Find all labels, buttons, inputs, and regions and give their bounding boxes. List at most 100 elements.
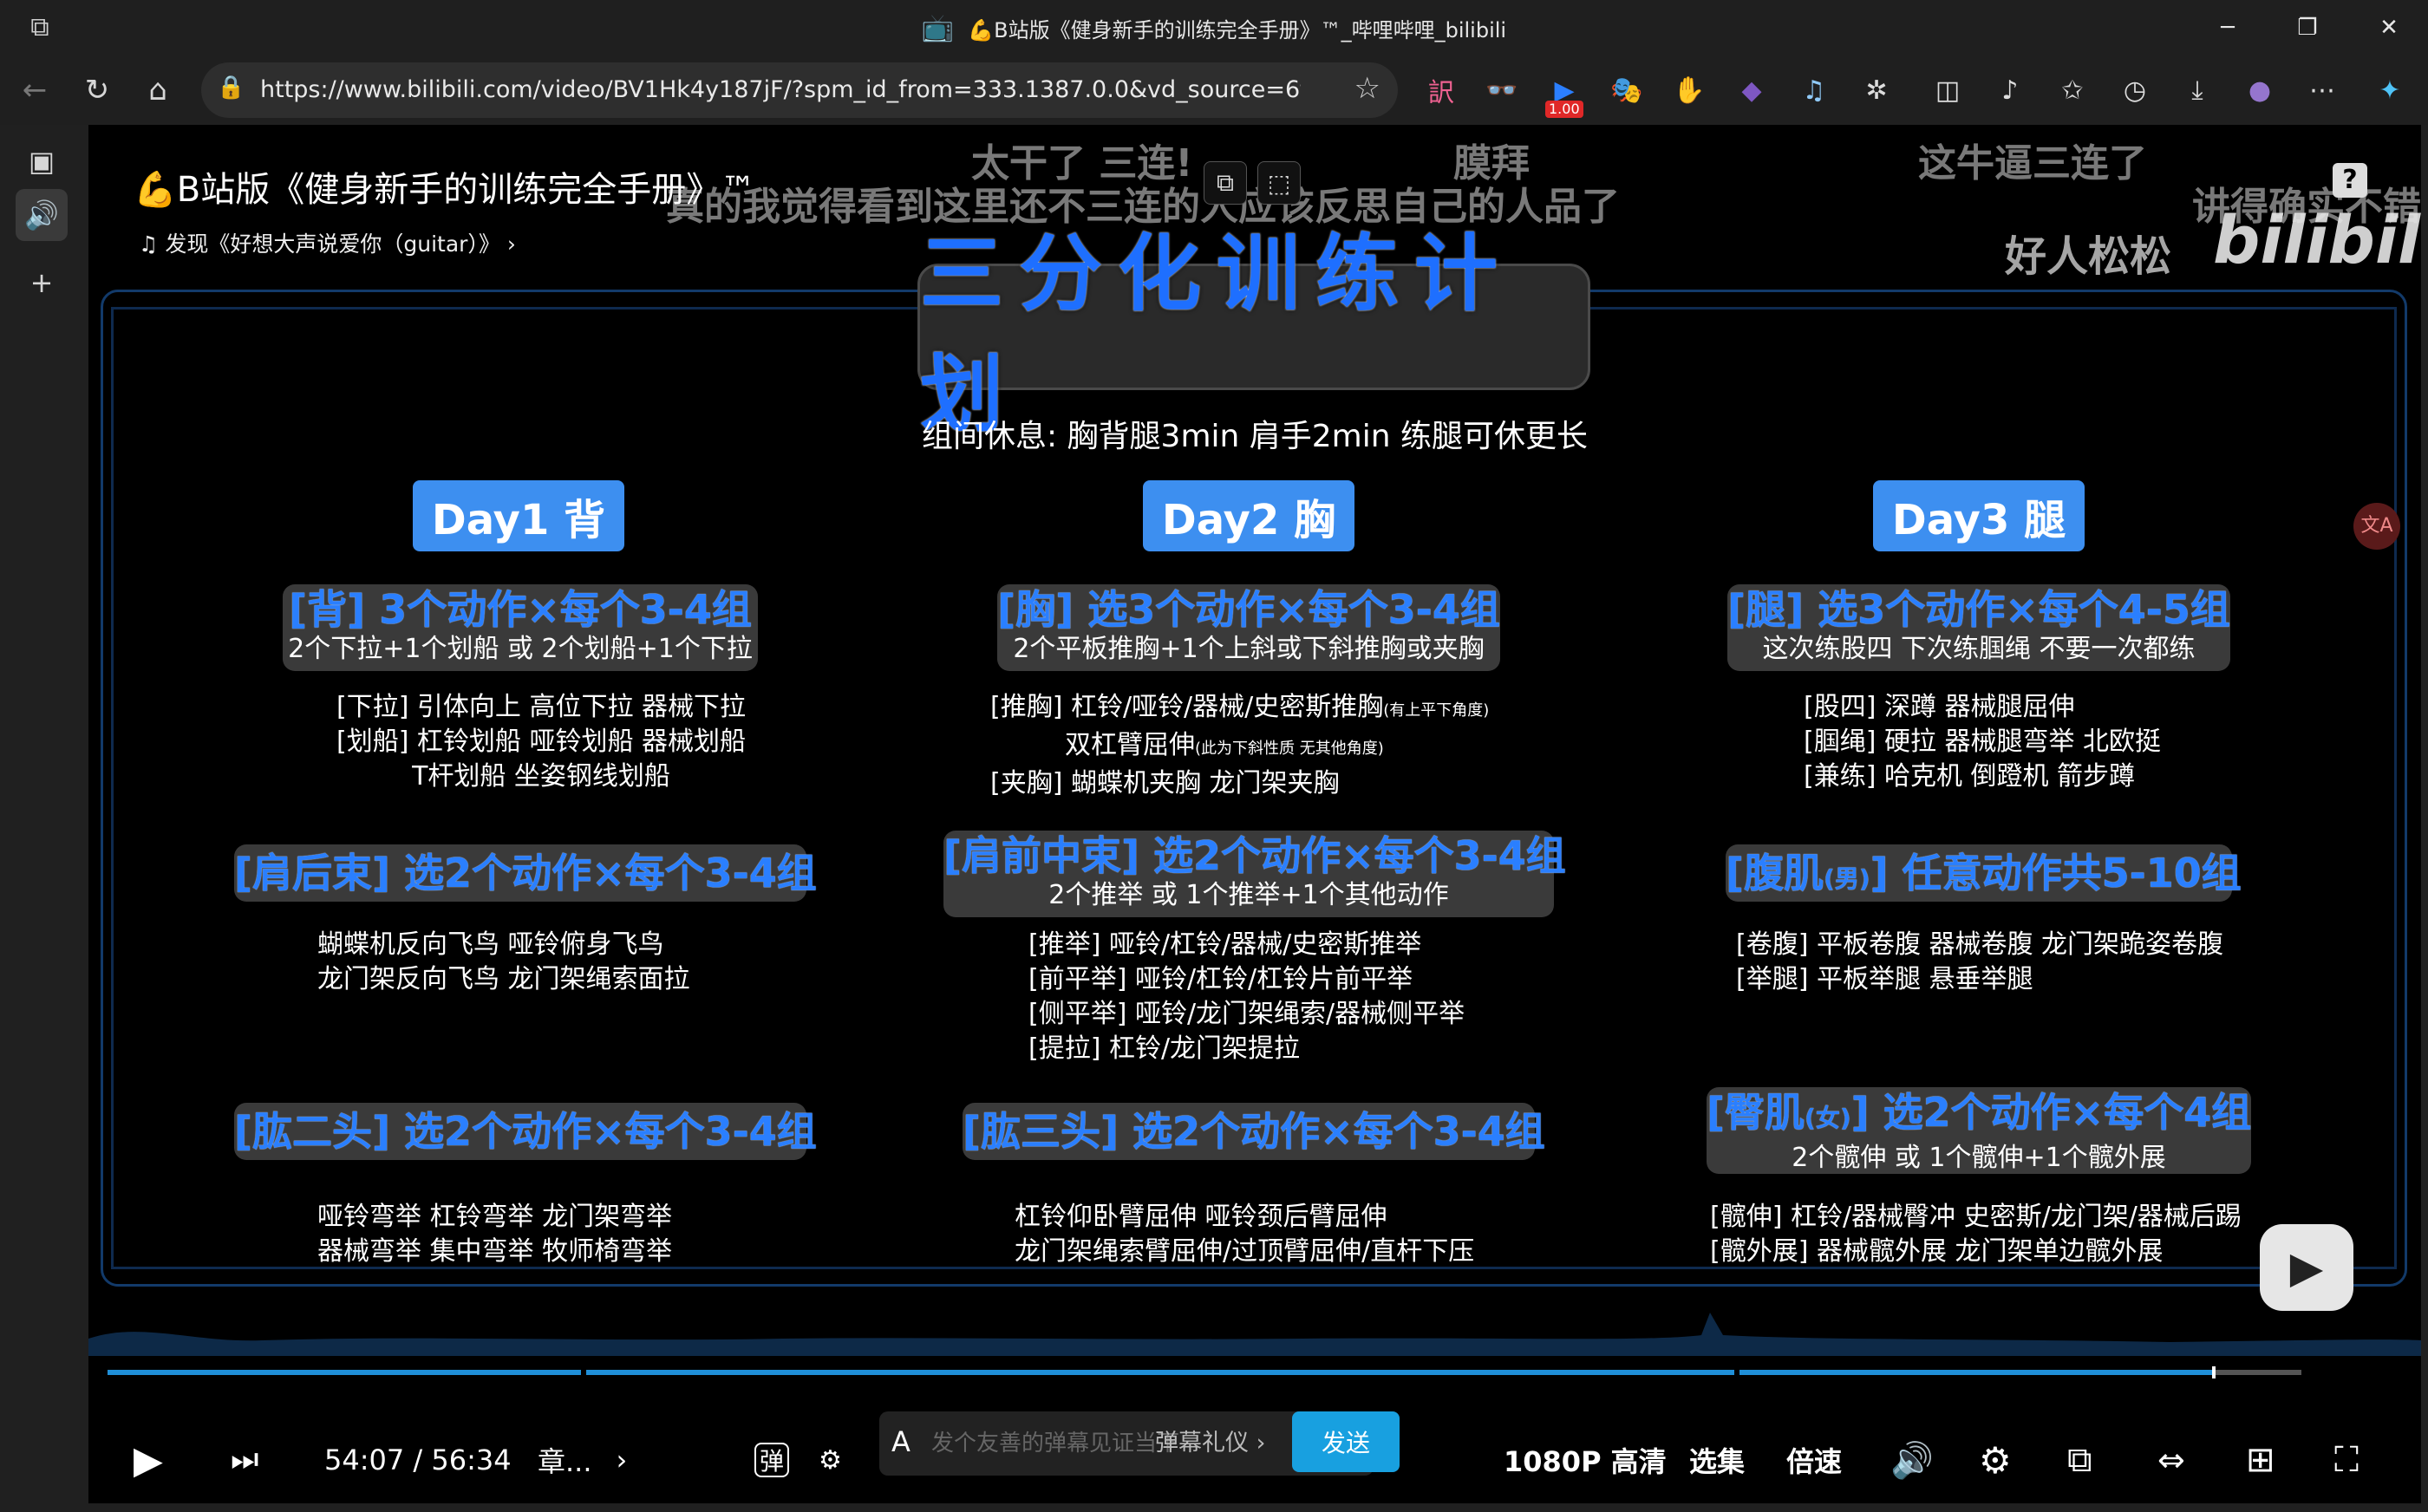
- window-title-area: 📺 💪B站版《健身新手的训练完全手册》™_哔哩哔哩_bilibili: [0, 0, 2428, 55]
- back-exercises: [下拉] 引体向上 高位下拉 器械下拉 [划船] 杠铃划船 哑铃划船 器械划船 …: [316, 690, 767, 794]
- exercise-line: [推举] 哑铃/杠铃/器械/史密斯推举: [1028, 929, 1422, 960]
- chest-exercises: [推胸] 杠铃/哑铃/器械/史密斯推胸(有上平下角度) 双杠臂屈伸(此为下斜性质…: [990, 690, 1489, 801]
- exercise-line: [夹胸] 蝴蝶机夹胸 龙门架夹胸: [990, 768, 1340, 798]
- settings-gear-icon[interactable]: ⚙: [1979, 1434, 2012, 1486]
- tab-actions-icon[interactable]: ▣: [16, 135, 68, 187]
- progress-handle[interactable]: [2212, 1366, 2216, 1378]
- cube-extension-icon[interactable]: ◆: [1733, 71, 1771, 109]
- danmaku-placeholder: 发个友善的弹幕见证当下: [931, 1431, 1180, 1457]
- danmaku-settings-icon[interactable]: ⚙: [819, 1434, 842, 1486]
- chapter-marker: [581, 1368, 586, 1377]
- plan-title: 三分化训练计划: [917, 225, 1590, 443]
- chest-subheading: 2个平板推胸+1个上斜或下斜推胸或夹胸: [1013, 634, 1485, 664]
- history-icon[interactable]: ◷: [2116, 71, 2154, 109]
- glutes-heading-part: ] 选2个动作×每个4组: [1850, 1089, 2252, 1136]
- exercise-note: (有上平下角度): [1383, 701, 1490, 720]
- audio-waveform: [88, 1313, 2421, 1356]
- fullscreen-icon[interactable]: ⛶: [2334, 1434, 2359, 1486]
- exercise-note: (此为下斜性质 无其他角度): [1195, 740, 1384, 758]
- profile-avatar[interactable]: ●: [2241, 71, 2279, 109]
- danmaku-toggle-icon[interactable]: 弹: [754, 1443, 790, 1477]
- favorites-icon[interactable]: ✩: [2053, 71, 2092, 109]
- picture-in-picture-icon[interactable]: ⧉: [1204, 161, 1247, 205]
- speed-button[interactable]: 倍速: [1786, 1434, 1842, 1486]
- url-text[interactable]: https://www.bilibili.com/video/BV1Hk4y18…: [260, 62, 1301, 118]
- more-menu-icon[interactable]: ⋯: [2303, 71, 2341, 109]
- back-icon[interactable]: ←: [14, 69, 55, 111]
- refresh-icon[interactable]: ↻: [76, 69, 118, 111]
- read-aloud-icon[interactable]: ♪: [1991, 71, 2029, 109]
- split-screen-icon[interactable]: ◫: [1929, 71, 1967, 109]
- music-note-icon: ♫: [139, 231, 166, 257]
- day1-label: Day1 背: [413, 480, 624, 551]
- pip-icon[interactable]: ⧉: [2067, 1434, 2092, 1486]
- active-tab-audio-icon[interactable]: 🔊: [16, 189, 68, 241]
- play-icon[interactable]: ▶: [134, 1434, 163, 1486]
- exercise-line: 杠铃仰卧臂屈伸 哑铃颈后臂屈伸: [1015, 1202, 1387, 1232]
- danmaku-text: 这牛逼三连了: [1918, 141, 2147, 186]
- biceps-heading: [肱二头] 选2个动作×每个3-4组: [234, 1108, 817, 1155]
- legs-exercises: [股四] 深蹲 器械腿屈伸 [腘绳] 硬拉 器械腿弯举 北欧挺 [兼练] 哈克机…: [1804, 690, 2161, 794]
- exercise-line: [划船] 杠铃划船 哑铃划船 器械划船: [336, 727, 747, 757]
- maximize-button[interactable]: ❐: [2268, 0, 2346, 55]
- volume-icon[interactable]: 🔊: [1890, 1434, 1934, 1486]
- biceps-header: [肱二头] 选2个动作×每个3-4组: [234, 1103, 817, 1160]
- close-button[interactable]: ✕: [2350, 0, 2428, 55]
- copilot-icon[interactable]: ✦: [2371, 71, 2409, 109]
- screenshot-icon[interactable]: ⬚: [1257, 161, 1301, 205]
- day2-label: Day2 胸: [1143, 480, 1354, 551]
- exercise-line: 龙门架绳索臂屈伸/过顶臂屈伸/直杆下压: [1015, 1236, 1475, 1267]
- glutes-exercises: [髋伸] 杠铃/器械臀冲 史密斯/龙门架/器械后踢 [髋外展] 器械髋外展 龙门…: [1710, 1200, 2242, 1269]
- rear-delt-exercises: 蝴蝶机反向飞鸟 哑铃俯身飞鸟 龙门架反向飞鸟 龙门架绳索面拉: [317, 928, 690, 997]
- new-tab-icon[interactable]: +: [16, 257, 68, 309]
- download-icon[interactable]: ⤓: [2178, 71, 2216, 109]
- exercise-line: [腘绳] 硬拉 器械腿弯举 北欧挺: [1804, 727, 2162, 757]
- send-danmaku-button[interactable]: 发送: [1292, 1411, 1400, 1472]
- mask-extension-icon[interactable]: 🎭: [1608, 71, 1646, 109]
- abs-exercises: [卷腹] 平板卷腹 器械卷腹 龙门架跪姿卷腹 [举腿] 平板举腿 悬垂举腿: [1736, 928, 2223, 997]
- rear-delt-header: [肩后束] 选2个动作×每个3-4组: [234, 844, 817, 902]
- window-titlebar: ⧉ 📺 💪B站版《健身新手的训练完全手册》™_哔哩哔哩_bilibili ─ ❐…: [0, 0, 2428, 55]
- help-icon[interactable]: ?: [2333, 163, 2367, 198]
- music-discovery-link[interactable]: ♫ 发现《好想大声说爱你（guitar）》 ›: [139, 227, 516, 258]
- exercise-line: 龙门架反向飞鸟 龙门架绳索面拉: [317, 964, 690, 994]
- music-title: 发现《好想大声说爱你（guitar）》: [165, 231, 500, 257]
- video-player[interactable]: 太干了 三连! 膜拜 这牛逼三连了 真的我觉得看到这里还不三连的人应该反思自己的…: [88, 125, 2421, 1503]
- time-separator: /: [413, 1444, 423, 1476]
- next-icon[interactable]: ⏭: [231, 1434, 258, 1486]
- progress-bar[interactable]: [108, 1366, 2301, 1378]
- exercise-line: 蝴蝶机反向飞鸟 哑铃俯身飞鸟: [317, 929, 664, 960]
- triceps-header: [肱三头] 选2个动作×每个3-4组: [963, 1103, 1545, 1160]
- exercise-line: [髋伸] 杠铃/器械臀冲 史密斯/龙门架/器械后踢: [1710, 1202, 2242, 1232]
- chapter-button[interactable]: 章... ›: [538, 1434, 627, 1486]
- widescreen-icon[interactable]: ⇔: [2157, 1434, 2185, 1486]
- glutes-header: [臀肌(女)] 选2个动作×每个4组 2个髋伸 或 1个髋伸+1个髋外展: [1707, 1087, 2251, 1174]
- extensions-icon[interactable]: ✲: [1857, 71, 1896, 109]
- episodes-button[interactable]: 选集: [1689, 1434, 1745, 1486]
- speed-badge: 1.00: [1545, 101, 1583, 118]
- glutes-heading-gender: (女): [1805, 1104, 1851, 1132]
- speed-extension-icon[interactable]: ▶ 1.00: [1545, 71, 1583, 118]
- glasses-extension-icon[interactable]: 👓: [1483, 71, 1521, 109]
- exercise-line: [提拉] 杠铃/龙门架提拉: [1028, 1033, 1301, 1064]
- home-icon[interactable]: ⌂: [137, 69, 179, 111]
- favorite-star-icon[interactable]: ☆: [1354, 71, 1380, 106]
- danmaku-etiquette-link[interactable]: 弹幕礼仪 ›: [1155, 1411, 1265, 1476]
- bilibili-tv-mascot-icon[interactable]: ▶: [2260, 1224, 2353, 1311]
- music-extension-icon[interactable]: ♫: [1795, 71, 1833, 109]
- minimize-button[interactable]: ─: [2189, 0, 2267, 55]
- chapter-label: 章...: [538, 1445, 592, 1478]
- exercise-line: [髋外展] 器械髋外展 龙门架单边髋外展: [1710, 1236, 2164, 1267]
- web-fullscreen-icon[interactable]: ⊞: [2246, 1434, 2275, 1486]
- address-bar[interactable]: 🔒 https://www.bilibili.com/video/BV1Hk4y…: [201, 62, 1398, 118]
- hand-extension-icon[interactable]: ✋: [1670, 71, 1708, 109]
- quality-button[interactable]: 1080P 高清: [1504, 1434, 1667, 1486]
- back-heading: [背] 3个动作×每个3-4组: [289, 586, 752, 633]
- chest-header: [胸] 选3个动作×每个3-4组 2个平板推胸+1个上斜或下斜推胸或夹胸: [997, 584, 1500, 671]
- subtitle-translate-icon[interactable]: 文A: [2353, 503, 2400, 550]
- danmaku-style-icon[interactable]: A: [891, 1425, 910, 1458]
- translate-extension-icon[interactable]: 訳: [1422, 71, 1460, 109]
- vertical-tabs-sidebar: ▣ 🔊 +: [0, 125, 87, 1512]
- back-header: [背] 3个动作×每个3-4组 2个下拉+1个划船 或 2个划船+1个下拉: [283, 584, 758, 671]
- bilibili-watermark-logo: bilibili: [2213, 201, 2421, 278]
